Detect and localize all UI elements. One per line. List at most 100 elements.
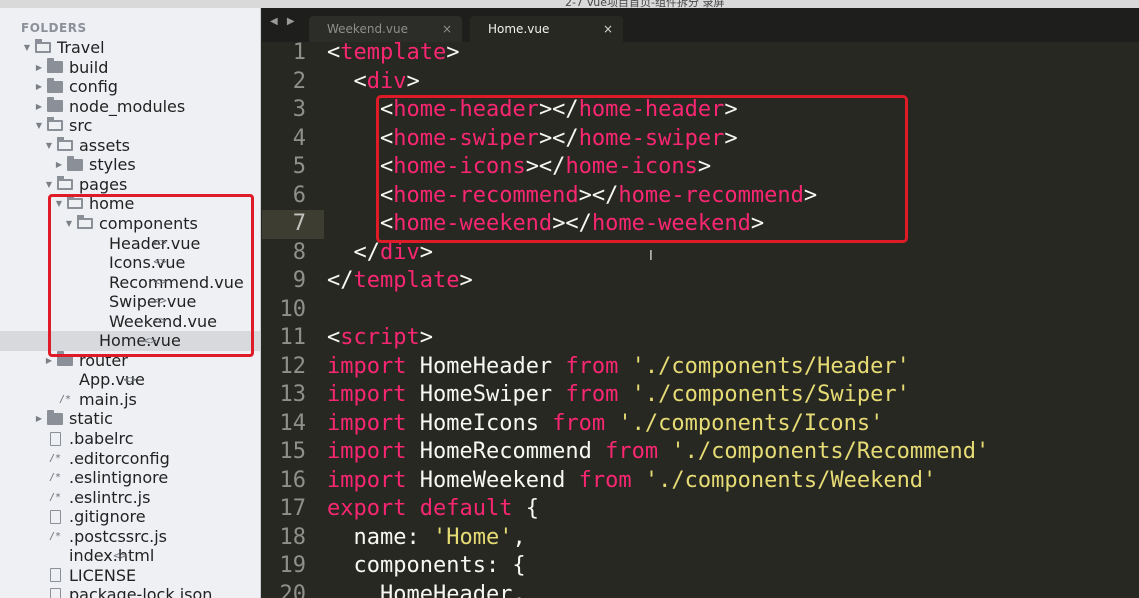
tree-item[interactable]: <> index.html [0, 546, 260, 566]
tree-item[interactable]: ▼ src [0, 116, 260, 136]
tree-item[interactable]: <> App.vue [0, 370, 260, 390]
folder-closed-icon [47, 409, 63, 425]
code-token: HomeHeader [406, 353, 566, 379]
line-number: 14 [279, 410, 307, 436]
tree-item[interactable]: .gitignore [0, 507, 260, 527]
tree-item[interactable]: .babelrc [0, 429, 260, 449]
line-number: 8 [292, 239, 306, 265]
tree-item-label: main.js [79, 389, 137, 409]
tree-item[interactable]: ▶ static [0, 409, 260, 429]
tab-label: Weekend.vue [327, 22, 408, 36]
tree-item-label: .eslintignore [69, 468, 169, 488]
code-token: import [327, 439, 407, 464]
tree-item[interactable]: ▼ assets [0, 135, 260, 155]
tree-item[interactable]: /* .postcssrc.js [0, 526, 260, 546]
sidebar: FOLDERS ▼ Travel ▶ build ▶ config ▶ node_module… [0, 8, 261, 598]
code-line[interactable]: <div> [327, 68, 419, 97]
tree-item-label: .eslintrc.js [69, 487, 151, 507]
code-line[interactable]: components: { [327, 552, 525, 581]
disclosure-arrow-icon[interactable]: ▼ [44, 141, 54, 150]
code-token: from [552, 410, 606, 436]
code-line[interactable]: name: 'Home', [327, 524, 525, 553]
line-number: 7 [292, 211, 306, 236]
config-file-icon: /* [48, 472, 62, 484]
tree-item[interactable]: ▼ pages [0, 174, 260, 194]
sidebar-header: FOLDERS [21, 21, 87, 35]
close-icon[interactable]: × [442, 22, 452, 36]
code-token: from [565, 353, 619, 379]
tree-item[interactable]: LICENSE [0, 565, 260, 585]
code-line[interactable]: import HomeHeader from './components/Hea… [327, 353, 910, 382]
code-token: HomeHeader, [327, 581, 526, 598]
tree-item[interactable]: package-lock.json [0, 585, 260, 598]
tree-item[interactable]: /* .eslintrc.js [0, 487, 260, 507]
tree-item[interactable]: /* main.js [0, 389, 260, 409]
code-line[interactable]: <template> [327, 42, 459, 68]
code-token: default [419, 496, 513, 521]
code-editor[interactable]: 1 <template> 2 <div> 3 <home-header></home-… [262, 42, 1139, 598]
code-token: './components/Header' [631, 353, 910, 379]
tree-item[interactable]: ▼ Travel [0, 38, 260, 58]
disclosure-arrow-icon[interactable]: ▶ [34, 82, 44, 91]
tab-home-vue[interactable]: Home.vue × [470, 16, 623, 42]
close-icon[interactable]: × [603, 22, 613, 36]
folder-closed-icon [47, 97, 63, 113]
tab-weekend-vue[interactable]: Weekend.vue × [309, 16, 462, 42]
tab-bar: ◀ ▶ Weekend.vue × Home.vue × [262, 8, 1139, 42]
line-number: 1 [292, 42, 306, 65]
code-token: './components/Weekend' [644, 467, 937, 493]
line-number: 17 [279, 496, 307, 521]
code-line[interactable]: import HomeIcons from './components/Icon… [327, 410, 883, 439]
line-number: 19 [279, 553, 307, 578]
folder-open-icon [47, 117, 63, 132]
code-token: < [327, 42, 341, 65]
line-number: 18 [279, 524, 307, 550]
tree-item[interactable]: /* .editorconfig [0, 448, 260, 468]
line-number: 6 [292, 182, 306, 208]
code-line[interactable]: export default { [327, 495, 539, 524]
tree-item-label: pages [79, 174, 128, 194]
tab-nav-arrows-icon[interactable]: ◀ ▶ [270, 16, 298, 27]
tree-item-label: src [69, 116, 93, 136]
tree-item[interactable]: ▶ node_modules [0, 96, 260, 116]
tab-label: Home.vue [488, 22, 550, 36]
code-line[interactable]: import HomeWeekend from './components/We… [327, 467, 936, 496]
code-line[interactable]: <script> [327, 324, 433, 353]
code-line[interactable]: HomeHeader, [327, 581, 526, 598]
tree-item[interactable]: ▶ config [0, 77, 260, 97]
text-cursor-icon: I [649, 249, 653, 264]
disclosure-arrow-icon[interactable]: ▶ [34, 63, 44, 72]
tree-item-label: config [69, 77, 118, 97]
code-token: import [327, 410, 407, 436]
code-token: > [419, 325, 433, 350]
code-line[interactable]: import HomeRecommend from './components/… [327, 438, 989, 467]
code-line[interactable]: import HomeSwiper from './components/Swi… [327, 381, 910, 410]
disclosure-arrow-icon[interactable]: ▶ [54, 160, 64, 169]
code-token: import [327, 467, 407, 493]
tree-item-label: assets [79, 135, 130, 155]
code-token: from [578, 467, 632, 493]
code-token: from [565, 382, 619, 407]
tree-item[interactable]: ▶ build [0, 57, 260, 77]
folder-closed-icon [47, 77, 63, 93]
disclosure-arrow-icon[interactable]: ▼ [34, 121, 44, 130]
text-file-icon [50, 587, 61, 598]
text-file-icon [50, 431, 61, 446]
config-file-icon: /* [48, 530, 62, 542]
disclosure-arrow-icon[interactable]: ▼ [44, 180, 54, 189]
tree-item-label: Travel [57, 38, 105, 57]
tree-item-label: .babelrc [69, 429, 134, 448]
code-token: HomeSwiper [406, 382, 566, 407]
disclosure-arrow-icon[interactable]: ▼ [22, 43, 32, 52]
folder-closed-icon [67, 155, 83, 171]
tree-item[interactable]: ▶ styles [0, 155, 260, 175]
code-line[interactable]: </template> [327, 267, 473, 296]
disclosure-arrow-icon[interactable]: ▶ [44, 356, 54, 365]
disclosure-arrow-icon[interactable]: ▶ [34, 414, 44, 423]
tree-item[interactable]: /* .eslintignore [0, 468, 260, 488]
disclosure-arrow-icon[interactable]: ▶ [34, 102, 44, 111]
code-token: script [340, 325, 420, 350]
